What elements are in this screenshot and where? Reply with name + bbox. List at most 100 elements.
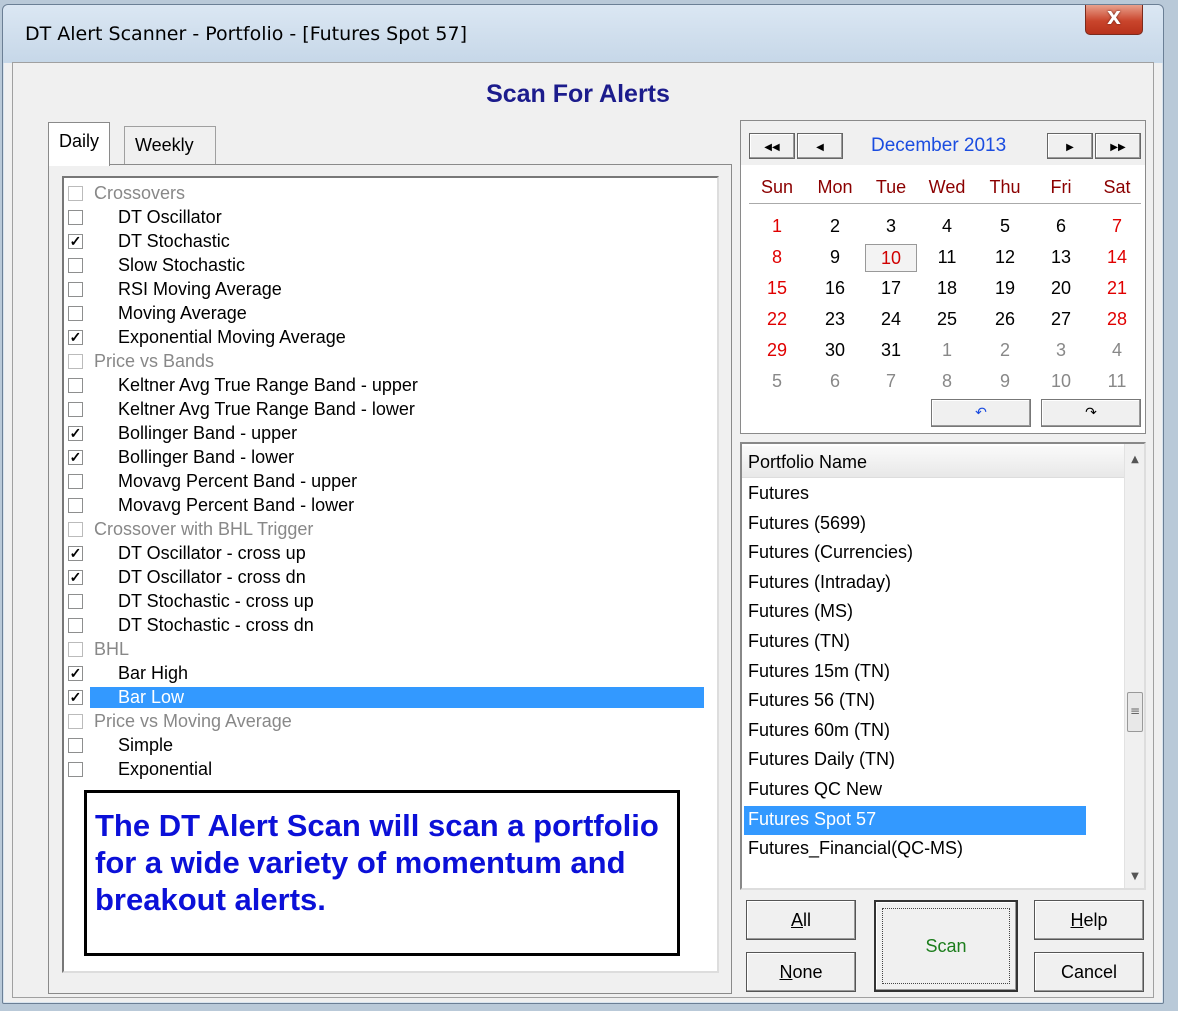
alert-group-row[interactable]: Crossovers xyxy=(64,182,704,206)
portfolio-item[interactable]: Futures 15m (TN) xyxy=(744,658,1086,687)
calendar-day[interactable]: 22 xyxy=(751,306,803,334)
portfolio-item[interactable]: Futures (MS) xyxy=(744,598,1086,627)
close-button[interactable]: X xyxy=(1085,5,1143,35)
alert-checkbox[interactable] xyxy=(68,354,83,369)
alert-group-row[interactable]: Price vs Moving Average xyxy=(64,710,704,734)
alert-checkbox[interactable]: ✓ xyxy=(68,666,83,681)
portfolio-item[interactable]: Futures 56 (TN) xyxy=(744,687,1086,716)
alert-checkbox[interactable] xyxy=(68,594,83,609)
calendar-day[interactable]: 1 xyxy=(921,337,973,365)
alert-checkbox[interactable] xyxy=(68,474,83,489)
calendar-day[interactable]: 4 xyxy=(921,213,973,241)
calendar-day[interactable]: 2 xyxy=(979,337,1031,365)
alert-group-row[interactable]: Price vs Bands xyxy=(64,350,704,374)
alert-row[interactable]: ✓ DT Stochastic xyxy=(64,230,704,254)
alert-row[interactable]: DT Stochastic - cross up xyxy=(64,590,704,614)
calendar-day[interactable]: 11 xyxy=(1091,368,1143,396)
portfolio-scrollbar[interactable]: ▲ ≡ ▼ xyxy=(1124,444,1144,888)
alert-checkbox[interactable] xyxy=(68,282,83,297)
alert-row[interactable]: ✓ Bollinger Band - lower xyxy=(64,446,704,470)
calendar-day[interactable]: 30 xyxy=(809,337,861,365)
portfolio-item[interactable]: Futures (TN) xyxy=(744,628,1086,657)
portfolio-item[interactable]: Futures_Financial(QC-MS) xyxy=(744,835,1086,864)
alert-row[interactable]: DT Oscillator xyxy=(64,206,704,230)
calendar-day[interactable]: 27 xyxy=(1035,306,1087,334)
calendar-day[interactable]: 1 xyxy=(751,213,803,241)
title-bar[interactable]: DT Alert Scanner - Portfolio - [Futures … xyxy=(3,5,1163,63)
calendar-day[interactable]: 9 xyxy=(979,368,1031,396)
first-month-button[interactable]: ◀◀ xyxy=(749,133,795,159)
undo-date-button[interactable]: ↶ xyxy=(931,399,1031,427)
alert-row[interactable]: Moving Average xyxy=(64,302,704,326)
tab-weekly[interactable]: Weekly xyxy=(124,126,216,164)
alert-checkbox[interactable]: ✓ xyxy=(68,546,83,561)
alert-checkbox[interactable] xyxy=(68,738,83,753)
alert-checkbox[interactable] xyxy=(68,210,83,225)
cancel-button[interactable]: Cancel xyxy=(1034,952,1144,992)
alert-checkbox[interactable]: ✓ xyxy=(68,234,83,249)
alert-checkbox[interactable] xyxy=(68,642,83,657)
calendar-day[interactable]: 12 xyxy=(979,244,1031,272)
alert-row[interactable]: ✓ DT Oscillator - cross up xyxy=(64,542,704,566)
calendar-day[interactable]: 6 xyxy=(1035,213,1087,241)
alert-row[interactable]: Keltner Avg True Range Band - upper xyxy=(64,374,704,398)
portfolio-item[interactable]: Futures 60m (TN) xyxy=(744,717,1086,746)
scan-button[interactable]: Scan xyxy=(874,900,1018,992)
alert-row[interactable]: RSI Moving Average xyxy=(64,278,704,302)
alert-row[interactable]: Slow Stochastic xyxy=(64,254,704,278)
portfolio-item[interactable]: Futures xyxy=(744,480,1086,509)
redo-date-button[interactable]: ↷ xyxy=(1041,399,1141,427)
calendar-day[interactable]: 9 xyxy=(809,244,861,272)
alert-checkbox[interactable]: ✓ xyxy=(68,426,83,441)
calendar-day[interactable]: 6 xyxy=(809,368,861,396)
calendar-day[interactable]: 20 xyxy=(1035,275,1087,303)
portfolio-item[interactable]: Futures Daily (TN) xyxy=(744,746,1086,775)
alert-row[interactable]: DT Stochastic - cross dn xyxy=(64,614,704,638)
alert-row[interactable]: Exponential xyxy=(64,758,704,782)
alert-checkbox[interactable] xyxy=(68,258,83,273)
calendar-day[interactable]: 3 xyxy=(1035,337,1087,365)
portfolio-item[interactable]: Futures (Intraday) xyxy=(744,569,1086,598)
calendar-day[interactable]: 25 xyxy=(921,306,973,334)
scroll-up-icon[interactable]: ▲ xyxy=(1125,454,1145,465)
portfolio-item[interactable]: Futures (Currencies) xyxy=(744,539,1086,568)
alert-row[interactable]: Simple xyxy=(64,734,704,758)
alert-checkbox[interactable] xyxy=(68,378,83,393)
calendar-day[interactable]: 13 xyxy=(1035,244,1087,272)
alert-checkbox[interactable] xyxy=(68,402,83,417)
alert-checkbox[interactable] xyxy=(68,306,83,321)
portfolio-item[interactable]: Futures (5699) xyxy=(744,510,1086,539)
help-button[interactable]: Help xyxy=(1034,900,1144,940)
portfolio-item[interactable]: Futures QC New xyxy=(744,776,1086,805)
alert-checkbox[interactable]: ✓ xyxy=(68,330,83,345)
portfolio-list[interactable]: Portfolio Name Futures Futures (5699) Futu… xyxy=(740,442,1146,890)
calendar-day[interactable]: 2 xyxy=(809,213,861,241)
calendar-day[interactable]: 14 xyxy=(1091,244,1143,272)
alert-checkbox[interactable] xyxy=(68,498,83,513)
calendar-day[interactable]: 19 xyxy=(979,275,1031,303)
scroll-down-icon[interactable]: ▼ xyxy=(1125,871,1145,882)
calendar-day[interactable]: 10 xyxy=(865,244,917,272)
calendar-day[interactable]: 7 xyxy=(865,368,917,396)
calendar-day[interactable]: 31 xyxy=(865,337,917,365)
portfolio-list-header[interactable]: Portfolio Name xyxy=(742,446,1124,478)
alert-row[interactable]: ✓ Exponential Moving Average xyxy=(64,326,704,350)
next-month-button[interactable]: ▶ xyxy=(1047,133,1093,159)
calendar-day[interactable]: 10 xyxy=(1035,368,1087,396)
calendar-day[interactable]: 7 xyxy=(1091,213,1143,241)
calendar-day[interactable]: 23 xyxy=(809,306,861,334)
alert-checkbox[interactable] xyxy=(68,522,83,537)
calendar-day[interactable]: 5 xyxy=(751,368,803,396)
alert-checkbox[interactable]: ✓ xyxy=(68,450,83,465)
alert-row[interactable]: ✓ DT Oscillator - cross dn xyxy=(64,566,704,590)
calendar-day[interactable]: 11 xyxy=(921,244,973,272)
tab-daily[interactable]: Daily xyxy=(48,122,111,166)
last-month-button[interactable]: ▶▶ xyxy=(1095,133,1141,159)
calendar-day[interactable]: 8 xyxy=(751,244,803,272)
calendar-day[interactable]: 29 xyxy=(751,337,803,365)
alert-row[interactable]: ✓ Bar Low xyxy=(64,686,704,710)
calendar-day[interactable]: 8 xyxy=(921,368,973,396)
calendar-day[interactable]: 15 xyxy=(751,275,803,303)
alert-row[interactable]: Movavg Percent Band - upper xyxy=(64,470,704,494)
calendar-day[interactable]: 5 xyxy=(979,213,1031,241)
